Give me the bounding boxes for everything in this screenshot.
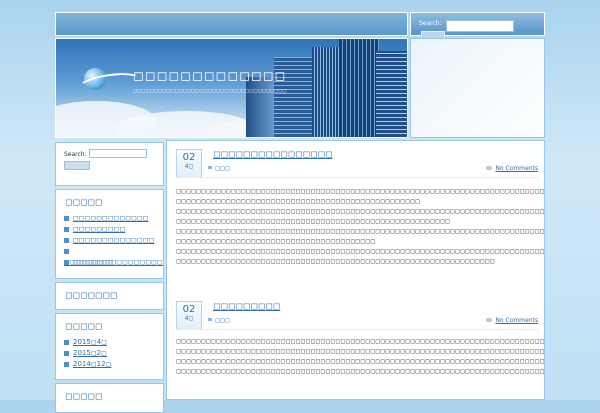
categories-heading: ◻◻◻◻◻ (65, 392, 103, 402)
post-date: 02 4◻ (176, 149, 202, 178)
sidebar-recent-item[interactable]: ◻◻◻◻◻◻◻◻◻◻◻◻◻ (64, 213, 163, 224)
header-banner: ◻◻◻◻◻◻◻◻◻◻◻◻◻ ◻◻◻◻◻◻◻◻◻◻◻◻◻◻◻◻◻◻◻◻◻◻◻◻◻◻… (55, 38, 408, 138)
sidebar-archive-item[interactable]: 2014◻12◻ (64, 359, 163, 370)
post-day: 02 (182, 304, 196, 315)
bullet-icon (64, 361, 69, 367)
page-wrapper: Search: ◻◻◻◻◻◻◻◻◻◻◻◻◻ ◻◻◻◻◻◻◻◻◻◻◻◻◻◻◻◻◻◻… (55, 12, 545, 413)
sidebar-search-widget: Search: (55, 142, 164, 186)
post-date: 02 4◻ (176, 301, 202, 330)
archives-heading: ◻◻◻◻◻ (65, 322, 103, 332)
recent-posts-heading: ◻◻◻◻◻ (65, 198, 103, 208)
bullet-icon (64, 215, 69, 221)
building-image (376, 51, 407, 137)
divider (176, 177, 538, 178)
sidebar-recent-item[interactable]: ◻◻◻◻◻◻◻◻◻ (64, 224, 163, 235)
sidebar-archive-item[interactable]: 2015◻2◻ (64, 348, 163, 359)
post-comments-link[interactable]: No Comments (495, 165, 538, 172)
recent-comments-heading: ◻◻◻◻◻◻◻ (65, 291, 118, 301)
building-image (339, 39, 379, 137)
sidebar-recent-comments: ◻◻◻◻◻◻◻ (55, 282, 164, 310)
post-title[interactable]: ◻◻◻◻◻◻◻◻◻◻◻◻◻◻◻◻ (213, 150, 333, 160)
building-image (312, 47, 342, 137)
post-body: ◻◻◻◻◻◻◻◻◻◻◻◻◻◻◻◻◻◻◻◻◻◻◻◻◻◻◻◻◻◻◻◻◻◻◻◻◻◻◻◻… (176, 338, 545, 375)
bullet-icon (64, 350, 69, 356)
header-search: Search: (410, 12, 545, 39)
main-content: 02 4◻ ◻◻◻◻◻◻◻◻◻◻◻◻◻◻◻◻ ◻◻◻ No Comments ◻… (166, 140, 545, 400)
site-description: ◻◻◻◻◻◻◻◻◻◻◻◻◻◻◻◻◻◻◻◻◻◻◻◻◻◻◻◻◻◻◻◻◻◻◻◻◻ (133, 88, 287, 94)
site-title[interactable]: ◻◻◻◻◻◻◻◻◻◻◻◻◻ (133, 69, 286, 84)
post-title[interactable]: ◻◻◻◻◻◻◻◻◻ (213, 302, 280, 312)
sidebar-recent-item[interactable]: ◻◻◻◻◻◻◻◻◻◻◻◻◻◻ (64, 235, 163, 246)
post: 02 4◻ ◻◻◻◻◻◻◻◻◻◻◻◻◻◻◻◻ ◻◻◻ No Comments ◻… (176, 149, 545, 299)
post: 02 4◻ ◻◻◻◻◻◻◻◻◻ ◻◻◻ No Comments ◻◻◻◻◻◻◻◻… (176, 301, 545, 399)
post-month: 4◻ (184, 315, 194, 322)
bullet-icon (64, 237, 69, 243)
post-comments-link[interactable]: No Comments (495, 317, 538, 324)
sidebar-search-button[interactable] (64, 161, 90, 170)
header-search-label: Search: (419, 20, 442, 27)
header-side-panel (410, 38, 545, 138)
sidebar-recent-posts: ◻◻◻◻◻ ◻◻◻◻◻◻◻◻◻◻◻◻◻ ◻◻◻◻◻◻◻◻◻ ◻◻◻◻◻◻◻◻◻◻… (55, 189, 164, 279)
bullet-icon (64, 226, 69, 232)
sidebar-search-label: Search: (64, 151, 87, 158)
category-icon (208, 318, 212, 321)
header-search-input[interactable] (446, 20, 514, 32)
comment-icon (486, 318, 492, 322)
sidebar-recent-item[interactable]: ◻◻◻◻◻◻◻◻◻◻◻◻◻◻◻◻◻ (64, 246, 163, 266)
bullet-icon (64, 339, 69, 345)
post-body: ◻◻◻◻◻◻◻◻◻◻◻◻◻◻◻◻◻◻◻◻◻◻◻◻◻◻◻◻◻◻◻◻◻◻◻◻◻◻◻◻… (176, 188, 545, 265)
bullet-icon (64, 248, 69, 254)
post-day: 02 (182, 152, 196, 163)
sidebar-archive-item[interactable]: 2015◻4◻ (64, 337, 163, 348)
divider (176, 329, 538, 330)
post-category[interactable]: ◻◻◻ (215, 317, 230, 324)
bullet-icon (64, 259, 69, 265)
header-bar (55, 12, 408, 36)
post-category[interactable]: ◻◻◻ (215, 165, 230, 172)
building-image (246, 77, 276, 137)
comment-icon (486, 166, 492, 170)
post-month: 4◻ (184, 163, 194, 170)
sidebar-archives: ◻◻◻◻◻ 2015◻4◻ 2015◻2◻ 2014◻12◻ (55, 313, 164, 380)
category-icon (208, 166, 212, 169)
sidebar-categories: ◻◻◻◻◻ (55, 383, 164, 413)
sidebar-search-input[interactable] (89, 149, 147, 158)
